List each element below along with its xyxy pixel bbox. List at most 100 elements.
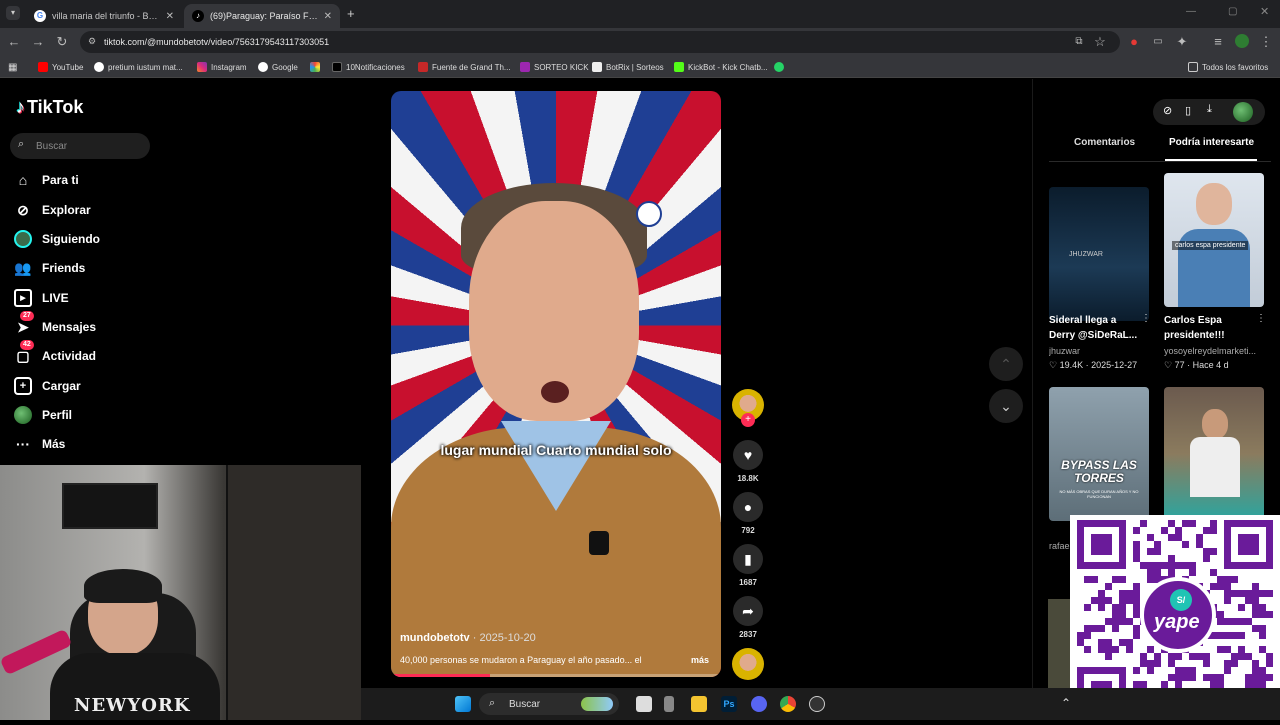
chevron-up-icon[interactable]: ⌃ [1061, 696, 1071, 710]
video-card-title[interactable]: Carlos Espa presidente!!! [1164, 313, 1260, 343]
comment-icon: ● [733, 492, 763, 522]
browser-tab-tiktok[interactable]: ♪ (69)Paraguay: Paraíso Fiscal y C ✕ [184, 4, 340, 28]
video-card-thumbnail[interactable]: carlos espa presidente [1164, 173, 1264, 307]
close-icon[interactable]: ✕ [166, 11, 174, 22]
minimize-icon[interactable]: — [1186, 6, 1196, 17]
sidebar-item-siguiendo[interactable]: Siguiendo [14, 227, 100, 251]
address-bar[interactable]: ⚙ tiktok.com/@mundobetotv/video/75631795… [80, 31, 1120, 53]
video-card-thumbnail[interactable]: JHUZWAR [1049, 187, 1149, 321]
video-card-author[interactable]: yosoyelreydelmarketi... [1164, 346, 1264, 356]
bookmark-folder-all[interactable]: Todos los favoritos [1188, 60, 1268, 74]
video-author[interactable]: mundobetotv · 2025-10-20 [400, 632, 536, 644]
video-progress[interactable] [391, 674, 721, 677]
like-button[interactable]: ♥ 18.8K [732, 440, 764, 483]
task-view-icon[interactable] [636, 696, 652, 712]
video-card-thumbnail[interactable] [1048, 599, 1070, 689]
card-menu-icon[interactable]: ⋮ [1141, 313, 1151, 324]
video-more-link[interactable]: más [691, 655, 709, 665]
bookmark-botrix[interactable]: BotRix | Sorteos [592, 60, 664, 74]
app-icon[interactable] [664, 696, 674, 712]
follow-plus-icon[interactable]: + [741, 413, 755, 427]
thumb-title: BYPASS LAS TORRES [1061, 458, 1137, 485]
sidebar-item-para-ti[interactable]: ⌂ Para ti [14, 168, 79, 192]
video-player[interactable]: lugar mundial Cuarto mundial solo mundob… [391, 91, 721, 677]
video-card-author[interactable]: jhuzwar [1049, 346, 1149, 356]
reload-icon[interactable]: ↻ [54, 34, 70, 50]
bookmark-google[interactable]: Google [258, 60, 298, 74]
photoshop-icon[interactable]: Ps [721, 696, 737, 712]
bookmark-whatsapp[interactable] [774, 60, 788, 74]
forward-arrow-icon[interactable]: → [30, 34, 46, 50]
share-button[interactable]: ➦ 2837 [732, 596, 764, 639]
sidebar-item-mas[interactable]: ··· Más [14, 432, 65, 456]
site-info-icon[interactable]: ⚙ [88, 36, 96, 47]
tiktok-logo[interactable]: ♪ TikTok [16, 97, 83, 118]
sidebar-item-perfil[interactable]: Perfil [14, 403, 72, 427]
card-menu-icon[interactable]: ⋮ [1256, 313, 1266, 324]
reading-list-icon[interactable]: ≡ [1210, 34, 1226, 50]
extension-red-icon[interactable]: ● [1126, 34, 1142, 50]
sidebar-item-friends[interactable]: 👥 Friends [14, 256, 85, 280]
bookmark-pretium[interactable]: pretium iustum mat... [94, 60, 183, 74]
sound-avatar-button[interactable] [732, 648, 764, 680]
taskbar-search[interactable]: ⌕ Buscar [479, 693, 619, 715]
bookmark-instagram[interactable]: Instagram [197, 60, 247, 74]
chrome-icon[interactable] [780, 696, 796, 712]
window-close-icon[interactable]: ✕ [1260, 5, 1269, 18]
sidebar-item-actividad[interactable]: ▢ 42 Actividad [14, 340, 96, 368]
thumb-text: carlos espa presidente [1172, 241, 1249, 250]
tab-list-icon[interactable]: ▾ [6, 6, 20, 20]
apps-grid-icon[interactable]: ▦ [8, 60, 17, 74]
profile-avatar-icon[interactable] [1233, 102, 1253, 122]
comment-count: 792 [741, 526, 755, 535]
bookmark-kickbot[interactable]: KickBot - Kick Chatb... [674, 60, 768, 74]
bookmark-notifications[interactable]: 10Notificaciones [332, 60, 405, 74]
browser-tab-bar: ▾ G villa maria del triunfo - Buscar c ✕… [0, 0, 1280, 28]
tab-comentarios[interactable]: Comentarios [1074, 137, 1135, 148]
next-video-button[interactable]: ⌄ [989, 389, 1023, 423]
save-button[interactable]: ▮ 1687 [732, 544, 764, 587]
tab-title: villa maria del triunfo - Buscar c [52, 11, 160, 21]
bookmark-gta[interactable]: Fuente de Grand Th... [418, 60, 511, 74]
friends-icon: 👥 [14, 259, 32, 276]
video-card-title[interactable]: Sideral llega a Derry @SiDeRaL... [1049, 313, 1145, 343]
windows-start-icon[interactable] [455, 696, 471, 712]
messages-icon: ➤ 27 [14, 311, 34, 336]
obs-icon[interactable] [809, 696, 825, 712]
bookmark-pinwheel[interactable] [310, 60, 324, 74]
new-tab-button[interactable]: + [347, 6, 355, 21]
sound-avatar [732, 648, 764, 680]
discord-icon[interactable] [751, 696, 767, 712]
bookmark-star-icon[interactable]: ☆ [1092, 34, 1108, 50]
sidebar-item-live[interactable]: ▶ LIVE [14, 286, 69, 310]
extensions-puzzle-icon[interactable]: ✦ [1174, 34, 1190, 50]
google-icon [258, 62, 268, 72]
profile-avatar-icon [14, 406, 32, 424]
maximize-icon[interactable]: ▢ [1228, 6, 1237, 17]
download-icon[interactable]: ⤓ [1207, 103, 1212, 116]
bookmark-sorteo-kick[interactable]: SORTEO KICK [520, 60, 589, 74]
heart-icon: ♡ [1164, 360, 1173, 370]
back-arrow-icon[interactable]: ← [6, 34, 22, 50]
video-date: · 2025-10-20 [469, 632, 536, 644]
browser-tab-search[interactable]: G villa maria del triunfo - Buscar c ✕ [26, 4, 182, 28]
close-icon[interactable]: ✕ [324, 11, 332, 22]
tab-podria-interesarte[interactable]: Podría interesarte [1169, 137, 1254, 148]
previous-video-button[interactable]: ⌃ [989, 347, 1023, 381]
menu-kebab-icon[interactable]: ⋮ [1258, 34, 1274, 50]
sidebar-item-cargar[interactable]: + Cargar [14, 374, 81, 398]
extension-icon[interactable]: ▭ [1150, 34, 1166, 50]
mobile-icon[interactable]: ▯ [1185, 104, 1191, 117]
video-card-thumbnail[interactable] [1164, 387, 1264, 521]
profile-avatar-icon[interactable] [1234, 34, 1250, 50]
bookmark-youtube[interactable]: YouTube [38, 60, 83, 74]
author-avatar-button[interactable]: + [732, 389, 764, 427]
compass-icon[interactable]: ⊘ [1163, 104, 1172, 117]
sidebar-item-mensajes[interactable]: ➤ 27 Mensajes [14, 311, 96, 339]
search-input[interactable]: ⌕ Buscar [10, 133, 150, 159]
video-card-thumbnail[interactable]: BYPASS LAS TORRES NO MÁS OBRAS QUE DURAN… [1049, 387, 1149, 521]
install-app-icon[interactable]: ⧉ [1071, 34, 1087, 50]
file-explorer-icon[interactable] [691, 696, 707, 712]
comment-button[interactable]: ● 792 [732, 492, 764, 535]
sidebar-item-explorar[interactable]: ⊘ Explorar [14, 198, 91, 222]
